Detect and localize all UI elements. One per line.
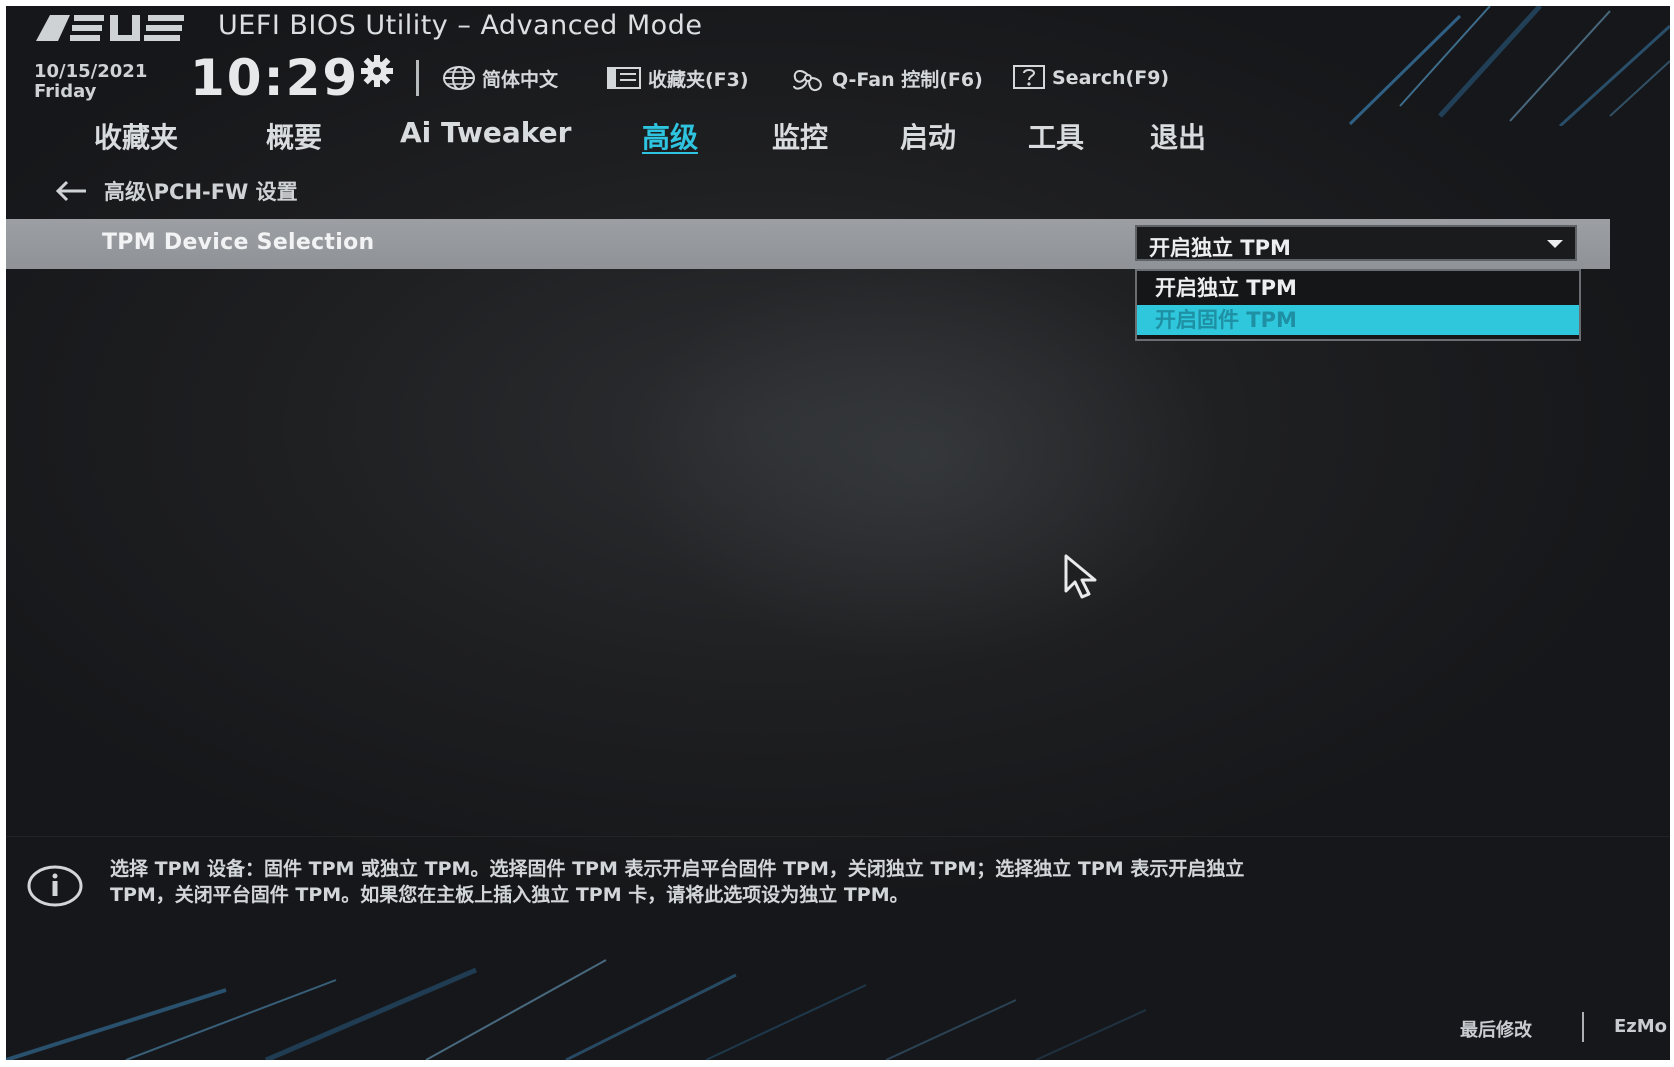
app-title: UEFI BIOS Utility – Advanced Mode [218,10,703,41]
favorites-label: 收藏夹(F3) [648,68,749,91]
date-display: 10/15/2021 Friday [34,62,147,102]
decorative-streaks-bottom [6,959,1147,1060]
mouse-cursor-icon [1064,554,1097,599]
footer-divider [1582,1012,1584,1042]
breadcrumb-path: 高级\PCH-FW 设置 [104,180,298,204]
help-description: 选择 TPM 设备：固件 TPM 或独立 TPM。选择固件 TPM 表示开启平台… [110,856,1540,908]
dropdown-option-firmware-tpm[interactable]: 开启固件 TPM [1137,305,1579,335]
help-line-2: TPM，关闭平台固件 TPM。如果您在主板上插入独立 TPM 卡，请将此选项设为… [110,884,909,906]
menu-item-tool[interactable]: 工具 [1028,116,1084,156]
header-divider [416,60,419,96]
tpm-device-dropdown: 开启独立 TPM 开启固件 TPM [1135,269,1581,341]
asus-logo [36,15,184,41]
decorative-streaks-top [1348,6,1670,126]
favorites-button[interactable]: 收藏夹(F3) [606,63,749,93]
language-button[interactable]: 简体中文 [442,63,558,93]
back-arrow-icon[interactable] [54,180,88,202]
menu-item-advanced[interactable]: 高级 [642,116,698,156]
menu-item-overview[interactable]: 概要 [266,116,322,156]
tpm-device-select[interactable]: 开启独立 TPM [1135,225,1577,261]
breadcrumb: 高级\PCH-FW 设置 [54,176,298,206]
setting-row-tpm-device[interactable]: TPM Device Selection 开启独立 TPM [6,219,1610,269]
menu-item-boot[interactable]: 启动 [900,116,956,156]
qfan-label: Q-Fan 控制(F6) [832,68,983,91]
select-value: 开启独立 TPM [1149,236,1291,260]
menu-item-exit[interactable]: 退出 [1150,116,1206,156]
menu-item-monitor[interactable]: 监控 [772,116,828,156]
globe-icon [443,66,475,90]
search-help-icon [1013,65,1045,89]
info-divider [6,836,1670,837]
dropdown-option-discrete-tpm[interactable]: 开启独立 TPM [1137,273,1579,303]
gear-icon[interactable] [360,54,394,88]
setting-label: TPM Device Selection [102,230,375,255]
last-modified-button[interactable]: 最后修改 [1460,1016,1532,1042]
menu-item-ai-tweaker[interactable]: Ai Tweaker [400,116,571,149]
search-button[interactable]: Search(F9) [1012,63,1169,93]
language-label: 简体中文 [482,68,559,91]
info-icon [27,865,83,907]
date-text: 10/15/2021 [34,61,148,82]
bios-screen: UEFI BIOS Utility – Advanced Mode 10/15/… [6,6,1670,1060]
qfan-button[interactable]: Q-Fan 控制(F6) [790,63,983,93]
menu-item-favorites[interactable]: 收藏夹 [94,116,178,156]
help-line-1: 选择 TPM 设备：固件 TPM 或独立 TPM。选择固件 TPM 表示开启平台… [110,858,1245,880]
favorites-icon [607,67,641,89]
dropdown-caret-icon [1547,240,1563,248]
fan-icon [793,70,822,92]
day-text: Friday [34,81,97,102]
search-label: Search(F9) [1052,67,1170,89]
ez-mode-button[interactable]: EzMo [1614,1016,1667,1037]
clock: 10:29 [190,49,360,107]
